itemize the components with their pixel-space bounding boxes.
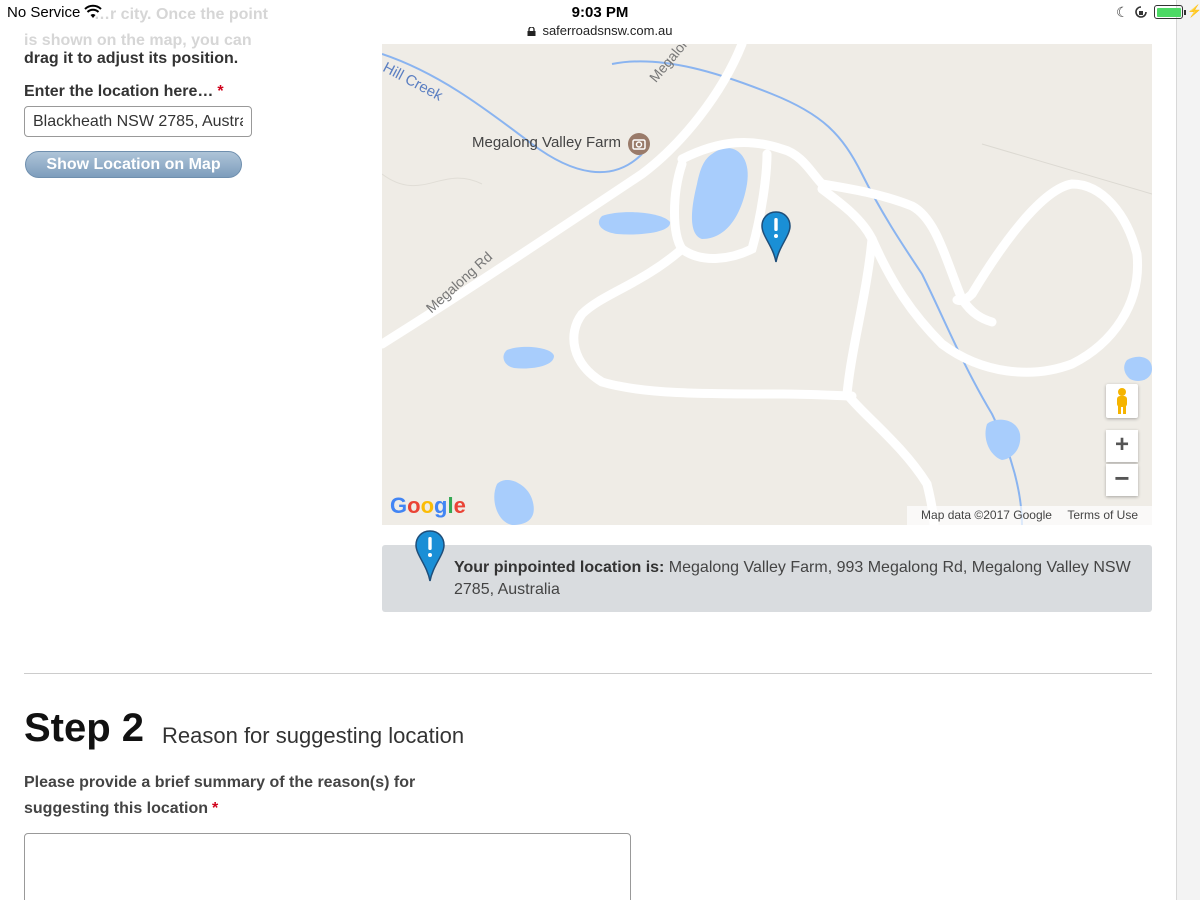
map[interactable]: Hill Creek Megalong Valley Farm Megalong… [382, 44, 1152, 525]
step-title: Reason for suggesting location [162, 723, 465, 748]
location-pin-icon [415, 530, 445, 582]
zoom-in-button[interactable]: + [1106, 430, 1138, 462]
moon-icon: ☾ [1116, 4, 1129, 20]
location-input[interactable] [24, 106, 252, 137]
reason-textarea[interactable] [24, 833, 631, 900]
show-location-button[interactable]: Show Location on Map [25, 151, 242, 178]
pegman-icon[interactable] [1106, 384, 1138, 418]
pinpointed-location-text: Your pinpointed location is: Megalong Va… [454, 557, 1134, 601]
reason-label: Please provide a brief summary of the re… [24, 770, 464, 822]
required-mark: * [217, 83, 224, 100]
location-label-text: Enter the location here… [24, 83, 214, 100]
step-number: Step 2 [24, 706, 145, 750]
zoom-out-button[interactable]: − [1106, 464, 1138, 496]
pinpointed-location-box: Your pinpointed location is: Megalong Va… [382, 530, 1152, 612]
rotation-lock-icon [1135, 6, 1147, 18]
url-bar[interactable]: saferroadsnsw.com.au [0, 23, 1200, 38]
google-logo: Google [390, 493, 466, 518]
map-attribution: Map data ©2017 Google [921, 508, 1052, 522]
location-pin-icon[interactable] [760, 210, 792, 264]
terms-of-use-link[interactable]: Terms of Use [1067, 508, 1138, 522]
lock-icon [527, 27, 536, 36]
status-bar: No Service 9:03 PM saferroadsnsw.com.au … [0, 0, 1200, 44]
url-text: saferroadsnsw.com.au [542, 23, 673, 38]
charging-icon: ⚡ [1187, 4, 1200, 18]
clock: 9:03 PM [571, 4, 629, 21]
map-label-farm: Megalong Valley Farm [472, 134, 621, 151]
pinpointed-prefix: Your pinpointed location is: [454, 559, 665, 576]
map-canvas[interactable] [382, 44, 1152, 525]
page-scrollbar[interactable] [1176, 0, 1200, 900]
reason-label-text: Please provide a brief summary of the re… [24, 774, 416, 817]
battery-icon [1154, 5, 1183, 19]
camera-icon [628, 133, 650, 155]
intro-line-3: drag it to adjust its position. [24, 50, 239, 67]
map-footer: Map data ©2017 Google Terms of Use [907, 506, 1152, 525]
required-mark: * [212, 800, 219, 817]
location-label: Enter the location here… * [24, 83, 224, 101]
battery-fill [1156, 7, 1181, 17]
battery-tip [1184, 10, 1186, 15]
section-divider [24, 673, 1152, 674]
